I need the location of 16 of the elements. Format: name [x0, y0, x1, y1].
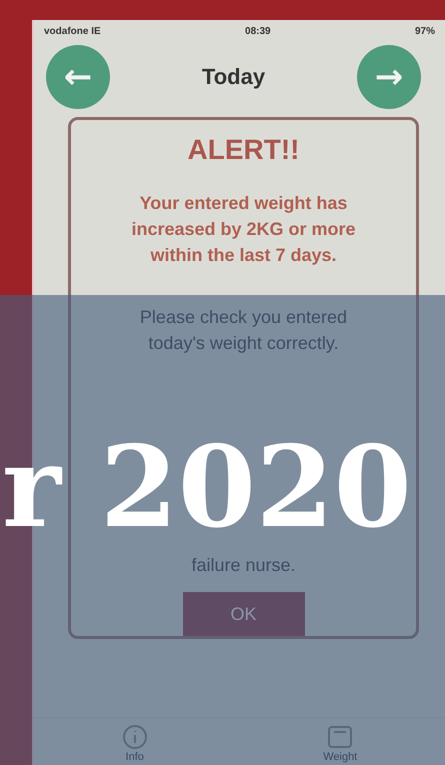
clock-text: 08:39 [245, 26, 271, 37]
tab-bar-item[interactable]: Info [122, 724, 148, 763]
alert-title: ALERT!! [188, 134, 300, 166]
alert-message: Please check you entered today's weight correctly. [138, 306, 348, 355]
banner-text: r 2020 [2, 432, 412, 544]
info-icon [122, 724, 148, 750]
alert-message: Your entered weight has increased by 2KG or more within the last 7 days. [130, 192, 357, 267]
carrier-text: vodafone IE [44, 26, 101, 37]
screen-title: Today [202, 64, 266, 90]
alert-message: failure nurse. [191, 554, 296, 577]
back-button[interactable]: ← [46, 45, 110, 109]
battery-text: 97% [414, 26, 435, 37]
scale-icon [327, 724, 354, 750]
forward-button[interactable]: → [357, 45, 421, 109]
ok-button[interactable]: OK [182, 592, 304, 636]
tab-bar-item[interactable]: Weight [323, 724, 358, 763]
